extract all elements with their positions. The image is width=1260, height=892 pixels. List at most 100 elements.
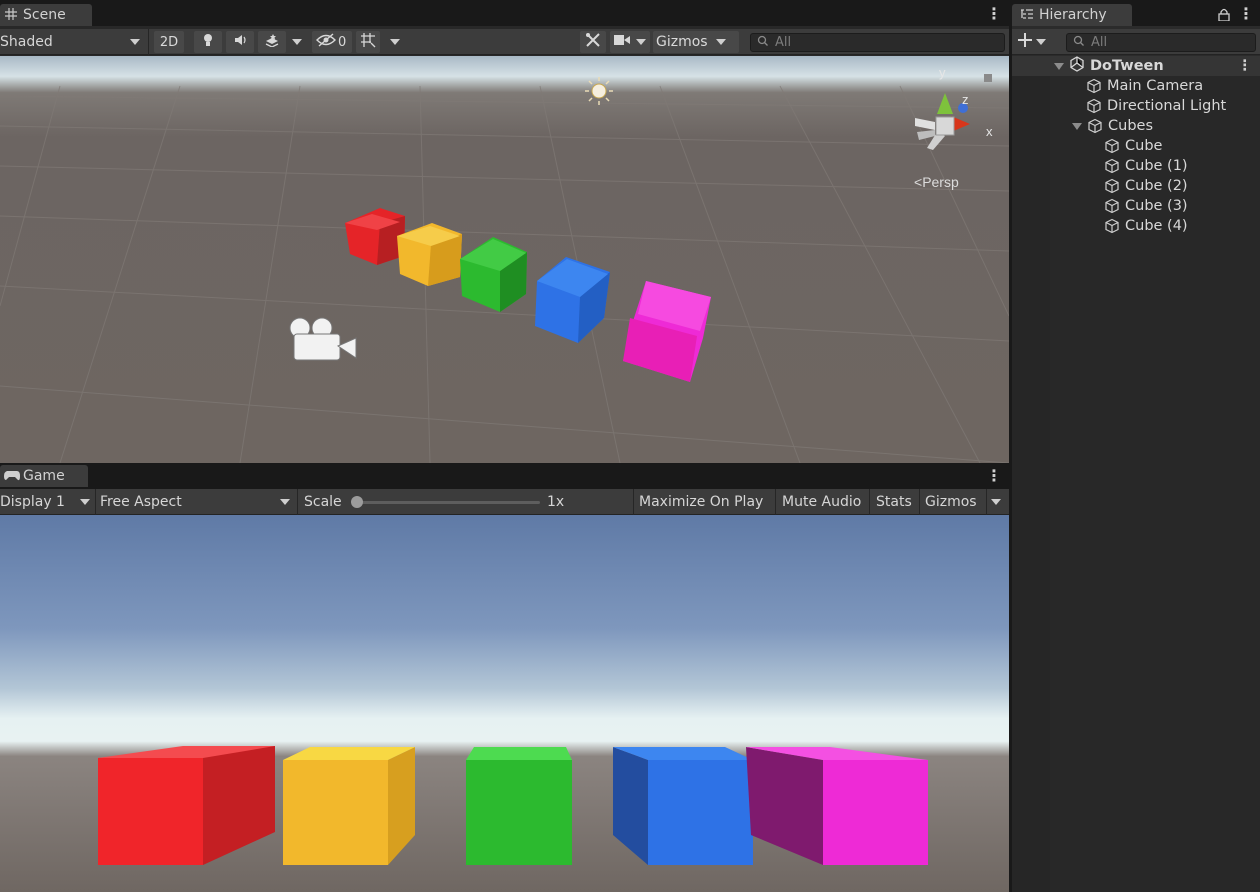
effects-toggle[interactable] (258, 31, 286, 53)
gameobject-icon (1087, 98, 1101, 114)
hierarchy-more-icon[interactable]: ⋮ (1238, 6, 1254, 22)
scale-label: Scale (304, 492, 342, 512)
hierarchy-item[interactable]: Cube (4) (1104, 216, 1188, 236)
tab-hierarchy-label: Hierarchy (1039, 7, 1107, 23)
scene-tabbar: Scene ⋮ (0, 0, 1009, 26)
hierarchy-search-input[interactable]: All (1066, 33, 1256, 52)
scene-toolbar: Shaded 2D 0 Gizmos All (0, 29, 1009, 55)
hierarchy-item[interactable]: Cube (3) (1104, 196, 1188, 216)
camera-settings-button[interactable] (610, 31, 650, 53)
expand-arrow-icon[interactable] (1054, 62, 1064, 70)
scene-search-input[interactable]: All (750, 33, 1005, 52)
divider (95, 489, 96, 515)
chevron-down-icon (1036, 39, 1046, 45)
gameobject-icon (1105, 218, 1119, 234)
camera-icon (614, 34, 630, 50)
lighting-toggle[interactable] (194, 31, 222, 53)
scale-slider-handle[interactable] (351, 496, 363, 508)
tools-toggle[interactable] (580, 31, 606, 53)
scene-root-row[interactable]: DoTween ⋮ (1012, 56, 1260, 76)
gizmos-label: Gizmos (656, 34, 708, 50)
expand-arrow-icon[interactable] (1072, 122, 1082, 130)
gameobject-icon (1087, 78, 1101, 94)
game-gizmos-dropdown[interactable] (991, 492, 1005, 512)
gameobject-icon (1105, 158, 1119, 174)
chevron-down-icon (130, 39, 140, 45)
scale-label-text: Scale (304, 494, 342, 510)
shading-mode-dropdown[interactable]: Shaded (0, 32, 145, 52)
visibility-toggle[interactable]: 0 (312, 31, 352, 53)
shading-mode-label: Shaded (0, 34, 53, 50)
gameobject-icon (1105, 178, 1119, 194)
hierarchy-item[interactable]: Cube (1) (1104, 156, 1188, 176)
scene-more-icon[interactable]: ⋮ (1238, 58, 1253, 74)
hierarchy-item[interactable]: Directional Light (1086, 96, 1226, 116)
lock-icon[interactable] (1218, 8, 1230, 25)
scene-cube-yellow (397, 223, 462, 286)
chevron-down-icon (292, 39, 302, 45)
hierarchy-item-label: Cube (1125, 138, 1163, 154)
tab-game[interactable]: Game (0, 465, 88, 487)
toggle-2d-button[interactable]: 2D (154, 31, 184, 53)
tab-hierarchy[interactable]: Hierarchy (1012, 4, 1132, 26)
scene-more-icon[interactable]: ⋮ (986, 6, 1002, 22)
stats-toggle[interactable]: Stats (876, 492, 912, 512)
hidden-count: 0 (338, 34, 347, 50)
chevron-down-icon (991, 499, 1001, 505)
aspect-dropdown[interactable]: Free Aspect (100, 492, 292, 512)
hierarchy-item-label: Main Camera (1107, 78, 1204, 94)
search-icon (757, 35, 769, 51)
gamepad-icon (4, 469, 20, 483)
hierarchy-item-label: Cube (3) (1125, 198, 1188, 214)
grid-snap-toggle[interactable] (356, 31, 380, 53)
game-more-icon[interactable]: ⋮ (986, 468, 1002, 484)
hierarchy-item-label: Directional Light (1107, 98, 1227, 114)
gizmo-lock-icon (984, 74, 992, 82)
tab-scene[interactable]: Scene (0, 4, 92, 26)
scene-viewport[interactable]: y z x <Persp (0, 56, 1009, 463)
hierarchy-item-label: Cubes (1108, 118, 1153, 134)
maximize-on-play-label: Maximize On Play (639, 494, 764, 510)
unity-logo-icon (1069, 56, 1085, 76)
divider (986, 489, 987, 515)
scale-value: 1x (547, 492, 564, 512)
game-panel: Game ⋮ Display 1 Free Aspect Scale 1x Ma… (0, 463, 1009, 892)
scale-value-text: 1x (547, 494, 565, 510)
maximize-on-play-toggle[interactable]: Maximize On Play (639, 492, 763, 512)
hierarchy-toolbar: All (1012, 29, 1260, 55)
chevron-down-icon (715, 39, 726, 45)
gameobject-icon (1105, 198, 1119, 214)
grid-snap-dropdown[interactable] (390, 32, 404, 52)
tab-game-label: Game (23, 468, 65, 484)
scene-search-placeholder: All (775, 35, 792, 50)
hierarchy-search-placeholder: All (1091, 35, 1108, 50)
hierarchy-item[interactable]: Cube (2) (1104, 176, 1188, 196)
effects-dropdown[interactable] (292, 32, 306, 52)
tab-scene-label: Scene (23, 7, 66, 23)
gizmos-dropdown[interactable]: Gizmos (653, 31, 739, 53)
mute-audio-toggle[interactable]: Mute Audio (782, 492, 861, 512)
axis-y-label: y (939, 65, 946, 80)
scale-slider-track[interactable] (356, 501, 540, 504)
toggle-2d-label: 2D (159, 34, 179, 50)
hierarchy-item[interactable]: Cube (1104, 136, 1162, 156)
axis-x-label: x (986, 124, 993, 139)
hierarchy-panel: Hierarchy ⋮ All DoTween ⋮ Main Camera Di… (1012, 0, 1260, 892)
game-gizmos-label: Gizmos (925, 494, 977, 510)
hierarchy-item-label: Cube (1) (1125, 158, 1188, 174)
stats-label: Stats (876, 494, 912, 510)
persp-label: <Persp (914, 174, 959, 190)
hierarchy-item[interactable]: Cubes (1072, 116, 1153, 136)
axis-z-label: z (962, 92, 969, 107)
divider (148, 29, 149, 55)
add-object-dropdown[interactable] (1018, 32, 1046, 52)
display-dropdown[interactable]: Display 1 (0, 492, 92, 512)
chevron-down-icon (636, 39, 646, 45)
game-gizmos-toggle[interactable]: Gizmos (925, 492, 977, 512)
hierarchy-item[interactable]: Main Camera (1086, 76, 1203, 96)
game-cube-green (466, 747, 572, 865)
hierarchy-item-label: Cube (2) (1125, 178, 1188, 194)
visibility-icon (316, 33, 336, 51)
audio-toggle[interactable] (226, 31, 254, 53)
effects-icon (264, 33, 280, 51)
